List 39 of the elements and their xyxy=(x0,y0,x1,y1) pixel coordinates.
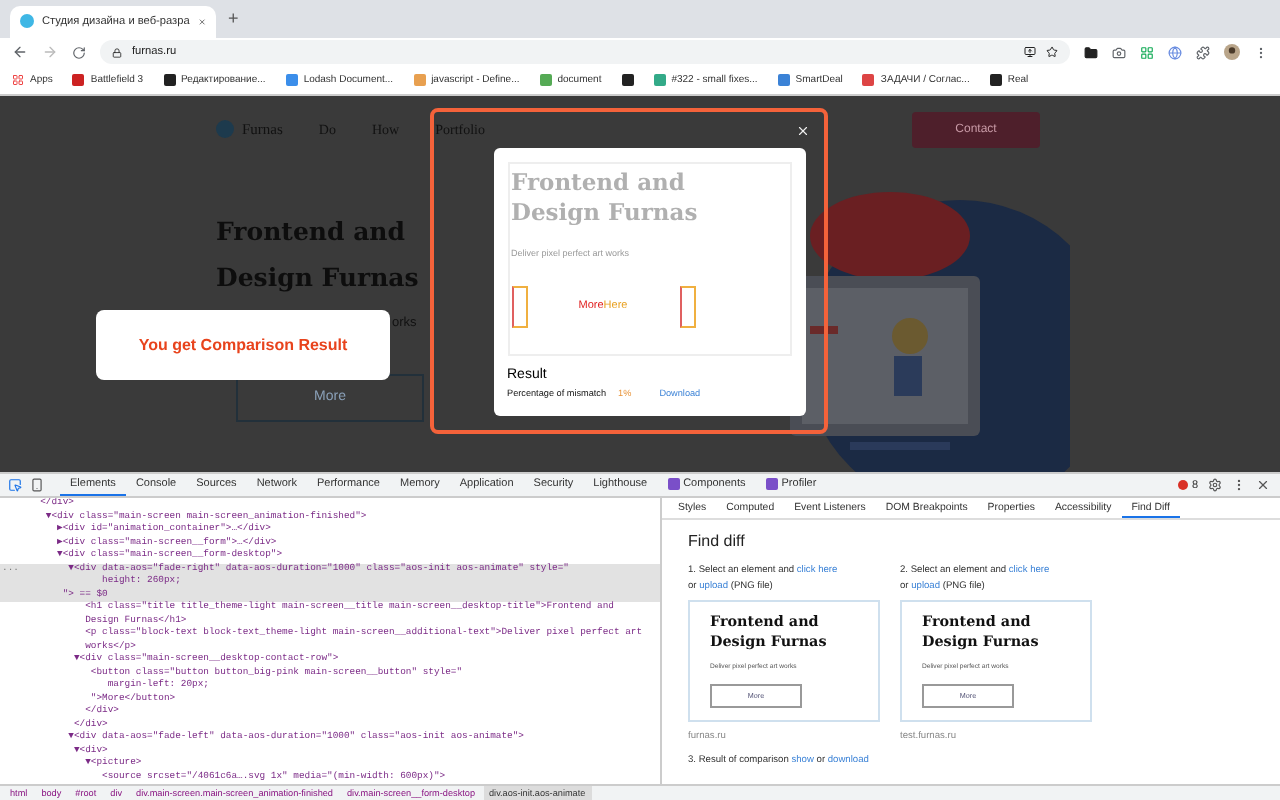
new-tab-button[interactable]: + xyxy=(228,8,239,29)
bookmark-icon xyxy=(539,74,552,87)
apps-icon xyxy=(12,74,24,87)
extension-icon xyxy=(667,478,680,490)
lock-icon xyxy=(112,47,122,58)
bookmark-icon xyxy=(163,74,176,87)
find-diff-title: Find diff xyxy=(688,532,747,550)
bookmark-icon xyxy=(621,74,634,87)
settings-icon[interactable] xyxy=(1208,478,1222,492)
avatar-icon[interactable] xyxy=(1224,44,1240,61)
callout-tooltip: You get Comparison Result xyxy=(96,309,390,380)
bookmark-icon xyxy=(413,74,426,87)
folder-icon[interactable] xyxy=(1084,45,1098,60)
bookmark-icon xyxy=(862,74,875,87)
bookmark-icon xyxy=(777,74,790,87)
star-icon[interactable] xyxy=(1046,46,1058,59)
bookmark-icon xyxy=(989,74,1002,87)
reload-icon[interactable] xyxy=(72,45,86,60)
menu-icon[interactable] xyxy=(1254,45,1268,60)
bookmark-icon xyxy=(653,74,666,87)
extension-icon[interactable] xyxy=(1168,45,1182,60)
extension-icon xyxy=(765,478,778,490)
extension-icon[interactable] xyxy=(1140,45,1154,60)
favicon-icon xyxy=(20,14,34,29)
back-icon[interactable] xyxy=(12,44,28,61)
camera-icon[interactable] xyxy=(1112,45,1126,60)
bookmark-icon xyxy=(72,74,85,87)
device-icon[interactable] xyxy=(30,478,44,492)
cast-icon[interactable] xyxy=(1024,46,1036,59)
diff-marker xyxy=(679,285,695,328)
bookmark[interactable] xyxy=(621,74,634,87)
menu-icon[interactable] xyxy=(1232,478,1246,492)
preview-title: Design Furnas xyxy=(511,197,700,228)
bookmark-icon xyxy=(285,74,298,87)
diff-marker xyxy=(511,285,527,328)
inspect-icon[interactable] xyxy=(8,478,22,492)
puzzle-icon[interactable] xyxy=(1196,45,1210,60)
preview-title: Frontend and xyxy=(511,167,687,198)
close-icon[interactable] xyxy=(1256,478,1270,492)
